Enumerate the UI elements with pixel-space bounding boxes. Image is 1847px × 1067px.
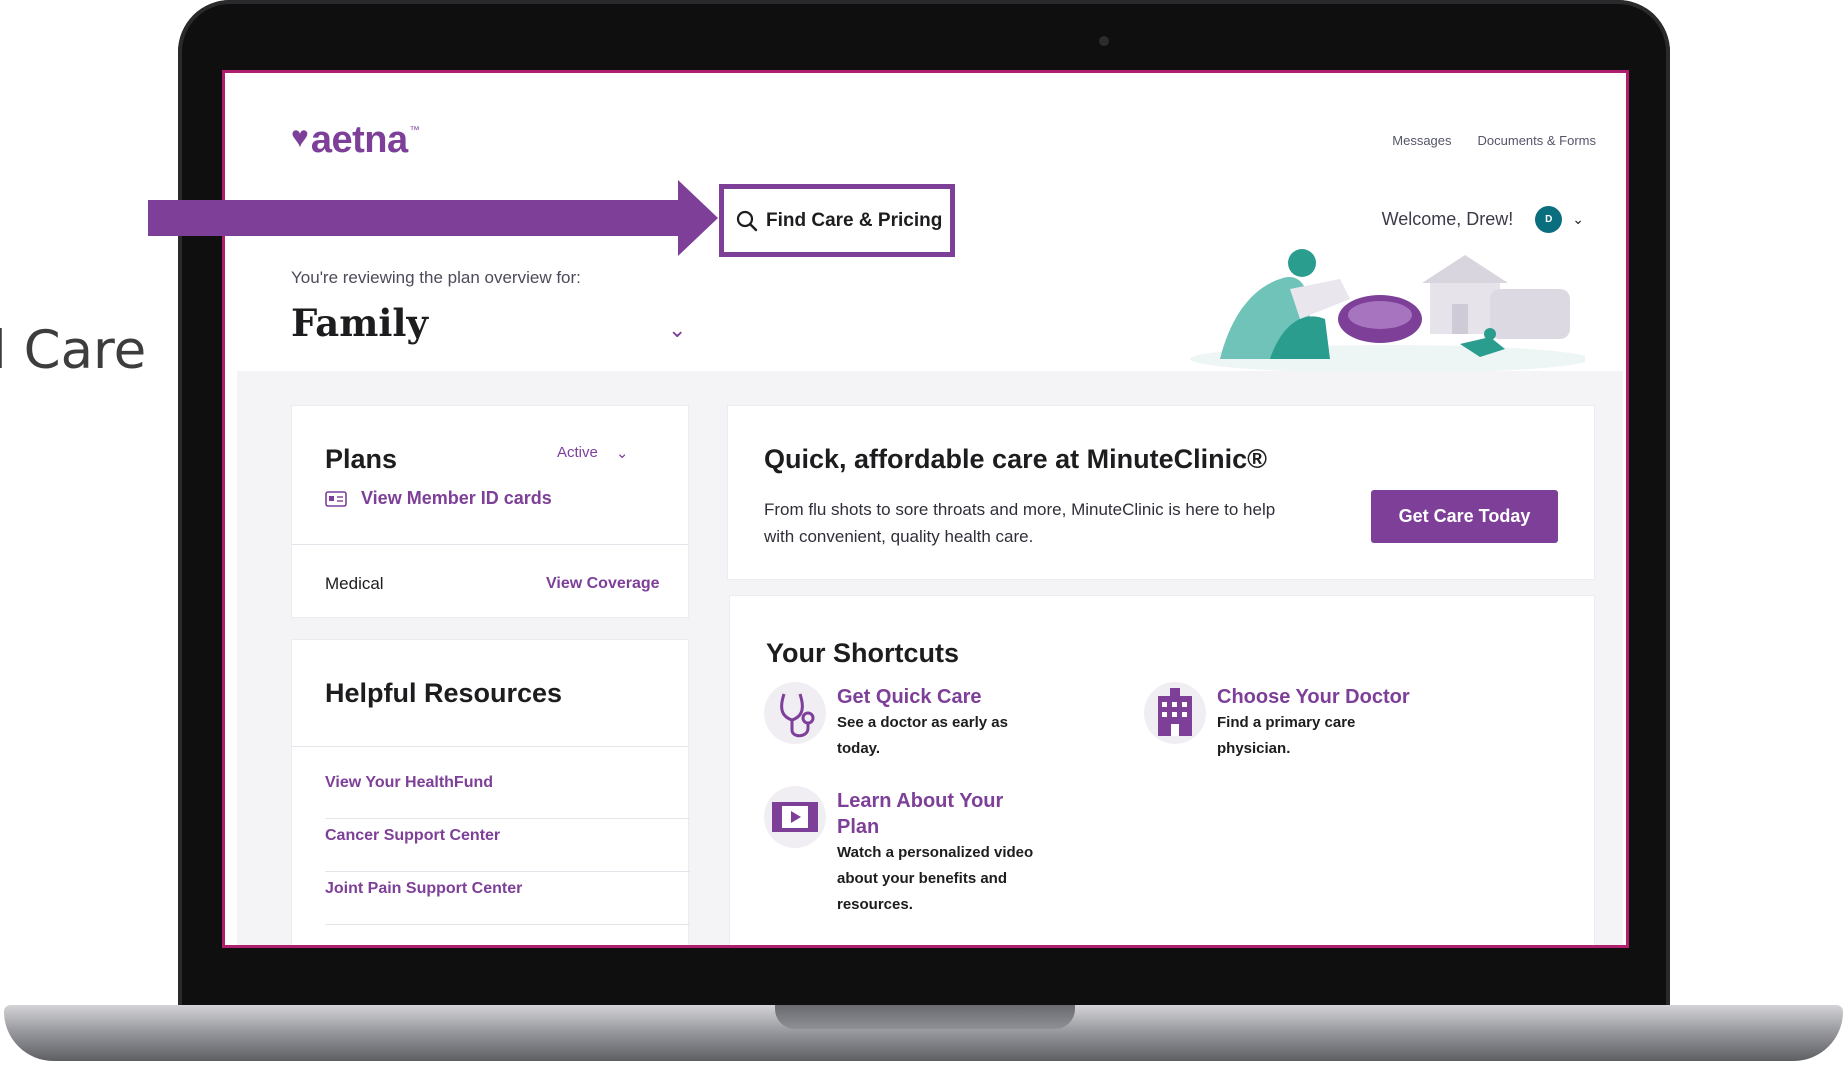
member-link-label: View Member ID cards — [361, 488, 552, 508]
shortcuts-card: Your Shortcuts Get Quick Care See a doct… — [729, 595, 1595, 945]
shortcut-learn-plan[interactable]: Learn About Your Plan — [837, 788, 1027, 840]
heart-icon: ♥ — [291, 121, 309, 154]
search-icon — [736, 210, 758, 231]
callout-arrow — [148, 180, 718, 256]
divider — [325, 871, 690, 872]
shortcut-get-quick-care[interactable]: Get Quick Care — [837, 684, 982, 710]
shortcuts-title: Your Shortcuts — [766, 638, 960, 668]
shortcut-desc: Watch a personalized video about your be… — [837, 844, 1034, 913]
video-icon — [764, 786, 826, 848]
find-care-pricing-button[interactable]: Find Care & Pricing — [719, 184, 955, 257]
side-caption: l Care — [0, 320, 147, 381]
top-links: Messages Documents & Forms — [1392, 133, 1596, 148]
view-coverage-link[interactable]: View Coverage — [546, 575, 660, 593]
camera — [1099, 36, 1109, 46]
minuteclinic-text: From flu shots to sore throats and more,… — [764, 500, 1276, 546]
plan-type-label: Medical — [325, 574, 384, 593]
plan-selector-value[interactable]: Family — [291, 301, 428, 345]
laptop-notch — [775, 1005, 1075, 1029]
id-card-icon — [325, 490, 347, 507]
chevron-down-icon: ⌄ — [615, 445, 629, 462]
divider — [325, 818, 690, 819]
minuteclinic-title: Quick, affordable care at MinuteClinic® — [764, 444, 1268, 474]
chevron-down-icon[interactable]: ⌄ — [1572, 211, 1584, 228]
documents-forms-link[interactable]: Documents & Forms — [1478, 133, 1596, 148]
divider — [292, 544, 688, 545]
avatar[interactable]: D — [1535, 206, 1563, 233]
hospital-icon — [1144, 682, 1206, 744]
plans-title: Plans — [325, 444, 398, 474]
resource-link-healthfund[interactable]: View Your HealthFund — [325, 774, 493, 792]
welcome-text: Welcome, Drew! — [1381, 209, 1514, 229]
get-care-today-button[interactable]: Get Care Today — [1371, 490, 1558, 543]
divider — [325, 924, 690, 925]
plan-status-dropdown[interactable]: Active ⌄ — [557, 444, 628, 462]
plan-overview-label: You're reviewing the plan overview for: — [291, 268, 581, 287]
messages-link[interactable]: Messages — [1392, 133, 1451, 148]
shortcut-choose-doctor[interactable]: Choose Your Doctor — [1217, 684, 1410, 710]
chevron-down-icon[interactable]: ⌄ — [668, 317, 686, 343]
hero-illustration — [1190, 249, 1585, 371]
plans-card: Plans Active ⌄ View Member ID cards Medi… — [291, 405, 689, 618]
aetna-logo[interactable]: ♥ aetna ™ — [291, 121, 420, 159]
divider — [292, 746, 688, 747]
shortcut-desc: Find a primary care physician. — [1217, 714, 1356, 757]
view-member-id-link[interactable]: View Member ID cards — [325, 488, 552, 509]
find-care-label: Find Care & Pricing — [766, 209, 943, 231]
resource-link-cancer[interactable]: Cancer Support Center — [325, 827, 500, 845]
helpful-resources-card: Helpful Resources View Your HealthFund C… — [291, 639, 690, 945]
account-menu[interactable]: Welcome, Drew! D ⌄ — [1382, 206, 1584, 233]
minuteclinic-card: Quick, affordable care at MinuteClinic® … — [727, 405, 1595, 580]
shortcut-desc: See a doctor as early as today. — [837, 714, 1008, 757]
plan-status: Active — [557, 444, 598, 461]
resource-link-joint-pain[interactable]: Joint Pain Support Center — [325, 880, 522, 898]
stethoscope-icon — [764, 682, 826, 744]
resources-title: Helpful Resources — [325, 678, 563, 708]
